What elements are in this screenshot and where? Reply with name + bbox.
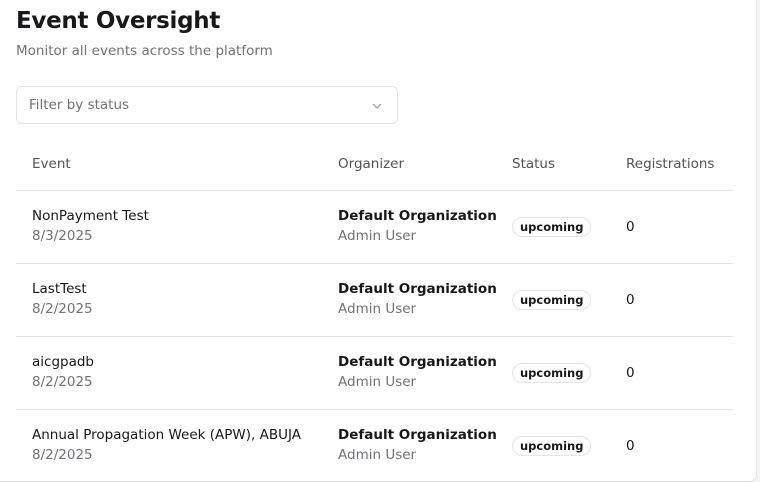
- status-badge: upcoming: [512, 217, 592, 237]
- column-header-event[interactable]: Event: [32, 156, 71, 172]
- event-name: NonPayment Test: [32, 208, 149, 224]
- registrations-count: 0: [626, 438, 635, 454]
- page-title: Event Oversight: [16, 8, 221, 34]
- organizer-user: Admin User: [338, 301, 417, 317]
- table-row[interactable]: aicgpadb 8/2/2025 Default Organization A…: [16, 337, 733, 410]
- event-date: 8/2/2025: [32, 447, 93, 463]
- status-badge: upcoming: [512, 290, 592, 310]
- organization-name: Default Organization: [338, 281, 497, 297]
- organizer-user: Admin User: [338, 228, 417, 244]
- event-date: 8/2/2025: [32, 301, 93, 317]
- status-filter-select[interactable]: Filter by status: [16, 86, 398, 124]
- table-header: Event Organizer Status Registrations: [16, 136, 733, 191]
- event-name: aicgpadb: [32, 354, 94, 370]
- status-badge: upcoming: [512, 363, 592, 383]
- organizer-user: Admin User: [338, 447, 417, 463]
- status-badge: upcoming: [512, 436, 592, 456]
- event-name: Annual Propagation Week (APW), ABUJA: [32, 427, 301, 443]
- event-oversight-card: Event Oversight Monitor all events acros…: [0, 0, 757, 482]
- registrations-count: 0: [626, 292, 635, 308]
- organization-name: Default Organization: [338, 208, 497, 224]
- event-date: 8/3/2025: [32, 228, 93, 244]
- organization-name: Default Organization: [338, 354, 497, 370]
- column-header-registrations[interactable]: Registrations: [626, 156, 714, 172]
- table-row[interactable]: LastTest 8/2/2025 Default Organization A…: [16, 264, 733, 337]
- table-row[interactable]: Annual Propagation Week (APW), ABUJA 8/2…: [16, 410, 733, 481]
- column-header-status[interactable]: Status: [512, 156, 555, 172]
- page-subtitle: Monitor all events across the platform: [16, 43, 273, 59]
- registrations-count: 0: [626, 219, 635, 235]
- status-filter-placeholder: Filter by status: [29, 97, 130, 113]
- organizer-user: Admin User: [338, 374, 417, 390]
- organization-name: Default Organization: [338, 427, 497, 443]
- event-date: 8/2/2025: [32, 374, 93, 390]
- event-name: LastTest: [32, 281, 87, 297]
- column-header-organizer[interactable]: Organizer: [338, 156, 404, 172]
- events-table: Event Organizer Status Registrations Non…: [16, 136, 733, 481]
- table-row[interactable]: NonPayment Test 8/3/2025 Default Organiz…: [16, 191, 733, 264]
- chevron-down-icon: [372, 103, 382, 109]
- registrations-count: 0: [626, 365, 635, 381]
